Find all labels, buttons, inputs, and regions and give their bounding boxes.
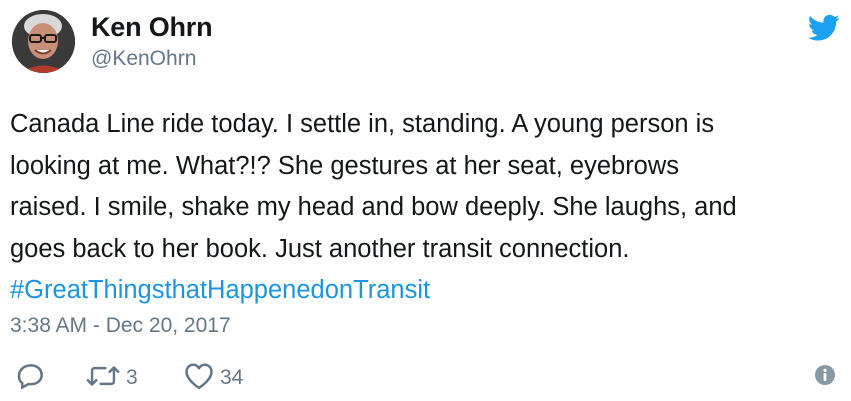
retweet-icon bbox=[86, 361, 120, 396]
heart-icon bbox=[184, 362, 214, 395]
reply-button[interactable] bbox=[16, 360, 46, 396]
tweet-timestamp[interactable]: 3:38 AM - Dec 20, 2017 bbox=[10, 314, 231, 338]
hashtag-link[interactable]: #GreatThingsthatHappenedonTransit bbox=[10, 270, 840, 312]
user-handle[interactable]: @KenOhrn bbox=[91, 47, 196, 71]
tweet-text-line: goes back to her book. Just another tran… bbox=[10, 234, 630, 263]
user-name[interactable]: Ken Ohrn bbox=[91, 12, 213, 43]
reply-icon bbox=[16, 361, 46, 396]
like-count: 34 bbox=[220, 366, 244, 389]
info-button[interactable] bbox=[814, 364, 836, 391]
tweet-card: Ken Ohrn @KenOhrn Canada Line ride today… bbox=[0, 0, 851, 401]
avatar[interactable] bbox=[12, 10, 75, 73]
retweet-button[interactable]: 3 bbox=[86, 360, 138, 396]
tweet-text-line: raised. I smile, shake my head and bow d… bbox=[10, 193, 737, 221]
tweet-actions: 3 34 bbox=[0, 360, 851, 400]
like-button[interactable]: 34 bbox=[184, 360, 243, 396]
tweet-text-line: looking at me. What?!? She gestures at h… bbox=[10, 151, 680, 180]
retweet-count: 3 bbox=[126, 366, 138, 389]
info-icon bbox=[814, 364, 836, 391]
tweet-text: Canada Line ride today. I settle in, sta… bbox=[10, 104, 840, 312]
twitter-bird-icon[interactable] bbox=[808, 14, 840, 42]
tweet-text-line: Canada Line ride today. I settle in, sta… bbox=[10, 110, 715, 138]
